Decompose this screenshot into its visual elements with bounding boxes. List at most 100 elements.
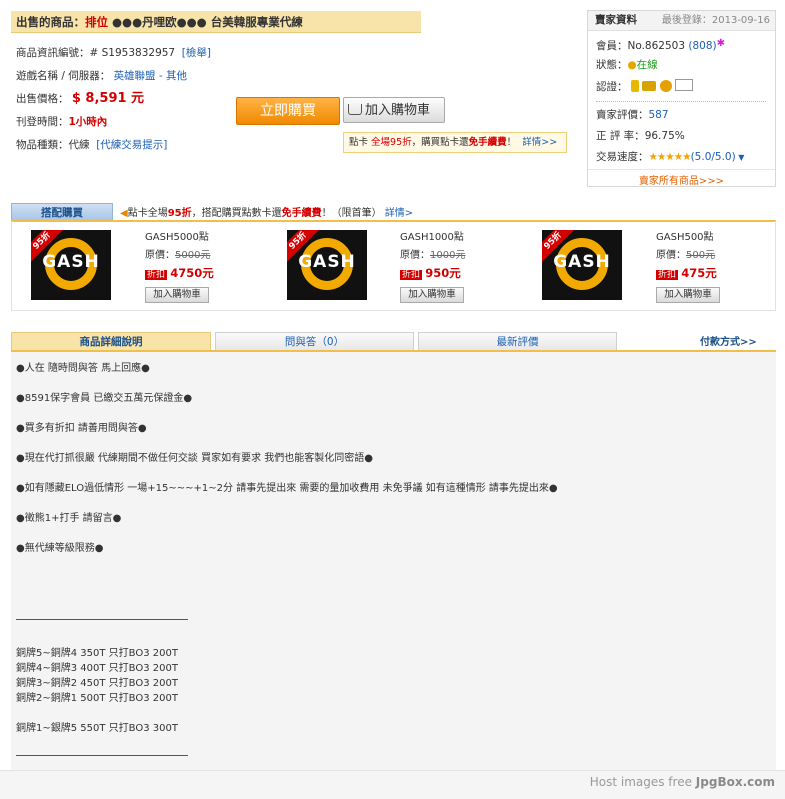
gash-card-image[interactable]: GASH 95折 [542,230,622,300]
orig-price: 1000元 [430,250,466,261]
tab-reviews[interactable]: 最新評價 [418,332,617,352]
verify-row: 認證： [596,79,693,95]
gash-logo-text: GASH [553,252,611,272]
member-star-icon: ✱ [716,38,725,49]
time-row: 刊登時間：1小時內 [16,114,107,130]
time-value: 1小時內 [68,116,108,128]
disc-price-row: 折扣 475元 [656,265,720,281]
gash-card-image[interactable]: GASH 95折 [31,230,111,300]
orig-price-row: 原價：500元 [656,246,720,261]
combo-notice-mid: ，搭配購買點數卡還 [191,208,282,219]
seller-header: 賣家資料 最後登錄：2013-09-16 [588,11,775,31]
seller-title: 賣家資料 [595,14,637,26]
product-id-label: 商品資訊編號： [16,47,90,59]
report-link[interactable]: [檢舉] [182,47,211,59]
price-label: 出售價格： [16,93,69,105]
desc-line: ●徵熊1+打手 請留言● [16,513,122,524]
orig-price-row: 原價：5000元 [145,246,214,261]
positive-row: 正 評 率：96.75% [596,128,685,144]
payment-methods-link[interactable]: 付款方式>> [700,333,757,348]
buy-now-button[interactable]: 立即購買 [236,97,340,125]
orig-price: 500元 [686,250,716,261]
title-prefix: 出售的商品： [16,15,85,29]
combo-item-1-info: GASH5000點 原價：5000元 折扣 4750元 加入購物車 [145,228,214,303]
chevron-down-icon[interactable]: ▼ [736,153,744,162]
product-id-value: # S1953832957 [89,47,176,59]
member-verify-icon[interactable] [659,80,672,92]
combo-item-1: GASH 95折 [31,230,111,300]
combo-add-to-cart-button[interactable]: 加入購物車 [145,287,209,303]
desc-line: ●如有隱藏ELO過低情形 一場+15~~~+1~2分 請事先提出來 需要的量加收… [16,483,558,494]
orig-price-label: 原價： [400,250,430,261]
verify-label: 認證： [596,81,628,93]
add-to-cart-button[interactable]: 加入購物車 [343,97,445,123]
desc-line: ●無代練等級限務● [16,543,104,554]
desc-line: ●人在 隨時問與答 馬上回應● [16,363,150,374]
price-line: 銅牌3~銅牌2 450T 只打BO3 200T [16,678,178,689]
combo-item-3: GASH 95折 [542,230,622,300]
discount-badge: 折扣 [656,270,679,280]
disc-price-row: 折扣 4750元 [145,265,214,281]
watermark-text: Host images free JpgBox.com [590,775,775,789]
combo-item-name[interactable]: GASH500點 [656,228,720,243]
combo-add-to-cart-button[interactable]: 加入購物車 [400,287,464,303]
desc-line: ●現在代打抓很嚴 代練期間不做任何交談 買家如有要求 我們也能客製化同密語● [16,453,373,464]
seller-divider [596,101,766,102]
discount-price: 950元 [425,266,461,280]
status-value: 在線 [636,59,658,71]
product-title-bar: 出售的商品：排位 ●●●丹哩欧●●● 台美韓服專業代練 [11,11,421,33]
rating-row: 賣家評價：587 [596,107,669,123]
combo-notice-free: 免手續費 [281,208,322,219]
type-label: 物品種類：代練 [16,139,90,151]
combo-tab[interactable]: 搭配購買 [11,203,113,221]
tab-details[interactable]: 商品詳細說明 [11,332,211,352]
price-line: 銅牌4~銅牌3 400T 只打BO3 200T [16,663,178,674]
id-verify-icon[interactable] [642,81,657,91]
speed-label: 交易速度： [596,151,649,163]
promo-details-link[interactable]: 詳情>> [522,137,557,148]
discount-price: 4750元 [170,266,214,280]
speaker-icon: ◀ [120,208,128,219]
combo-item-name[interactable]: GASH1000點 [400,228,465,243]
trade-tips-link[interactable]: [代練交易提示] [96,139,167,151]
seller-panel: 賣家資料 最後登錄：2013-09-16 會員：No.862503 (808)✱… [587,10,776,187]
promo-banner: 點卡 全場95折，購買點卡還免手續費！ 詳情>> [343,132,567,153]
speed-value[interactable]: (5.0/5.0) [691,151,736,163]
combo-item-name[interactable]: GASH5000點 [145,228,214,243]
promo-highlight: 全場95折 [371,137,412,148]
price-value: $ 8,591 元 [71,91,145,106]
promo-prefix: 點卡 [349,137,369,148]
time-label: 刊登時間： [16,116,69,128]
combo-item-3-info: GASH500點 原價：500元 折扣 475元 加入購物車 [656,228,720,303]
promo-free: 免手續費 [468,137,507,148]
combo-item-2: GASH 95折 [287,230,367,300]
tab-qa[interactable]: 問與答（0） [215,332,414,352]
add-to-cart-label: 加入購物車 [365,103,431,118]
combo-details-link[interactable]: 詳情> [385,208,413,219]
gash-logo-text: GASH [42,252,100,272]
watermark-brand: JpgBox.com [695,775,775,789]
desc-separator [16,619,188,620]
positive-value: 96.75% [644,130,685,142]
promo-middle: ，購買點卡還 [411,137,469,148]
game-link[interactable]: 英雄聯盟 - 其他 [114,70,187,82]
positive-label: 正 評 率： [596,130,645,142]
phone-verify-icon[interactable] [630,80,639,92]
discount-price: 475元 [681,266,717,280]
price-line: 銅牌1~銀牌5 550T 只打BO3 300T [16,723,178,734]
last-login: 最後登錄：2013-09-16 [661,15,770,26]
game-row: 遊戲名稱 / 伺服器： 英雄聯盟 - 其他 [16,68,187,84]
combo-notice-prefix: 點卡全場 [127,208,168,219]
member-count-link[interactable]: (808) [688,40,716,52]
combo-add-to-cart-button[interactable]: 加入購物車 [656,287,720,303]
member-label: 會員： [596,40,628,52]
orig-price-row: 原價：1000元 [400,246,465,261]
all-products-link[interactable]: 賣家所有商品>>> [588,172,775,187]
gash-card-image[interactable]: GASH 95折 [287,230,367,300]
title-tag: 排位 [85,15,108,29]
rating-value[interactable]: 587 [649,109,669,121]
seller-footer-divider [588,169,775,170]
combo-notice: ◀點卡全場95折，搭配購買點數卡還免手續費！（限首筆） 詳情> [120,204,413,219]
card-verify-icon[interactable] [674,79,693,91]
desc-line: ●買多有折扣 請善用問與答● [16,423,147,434]
